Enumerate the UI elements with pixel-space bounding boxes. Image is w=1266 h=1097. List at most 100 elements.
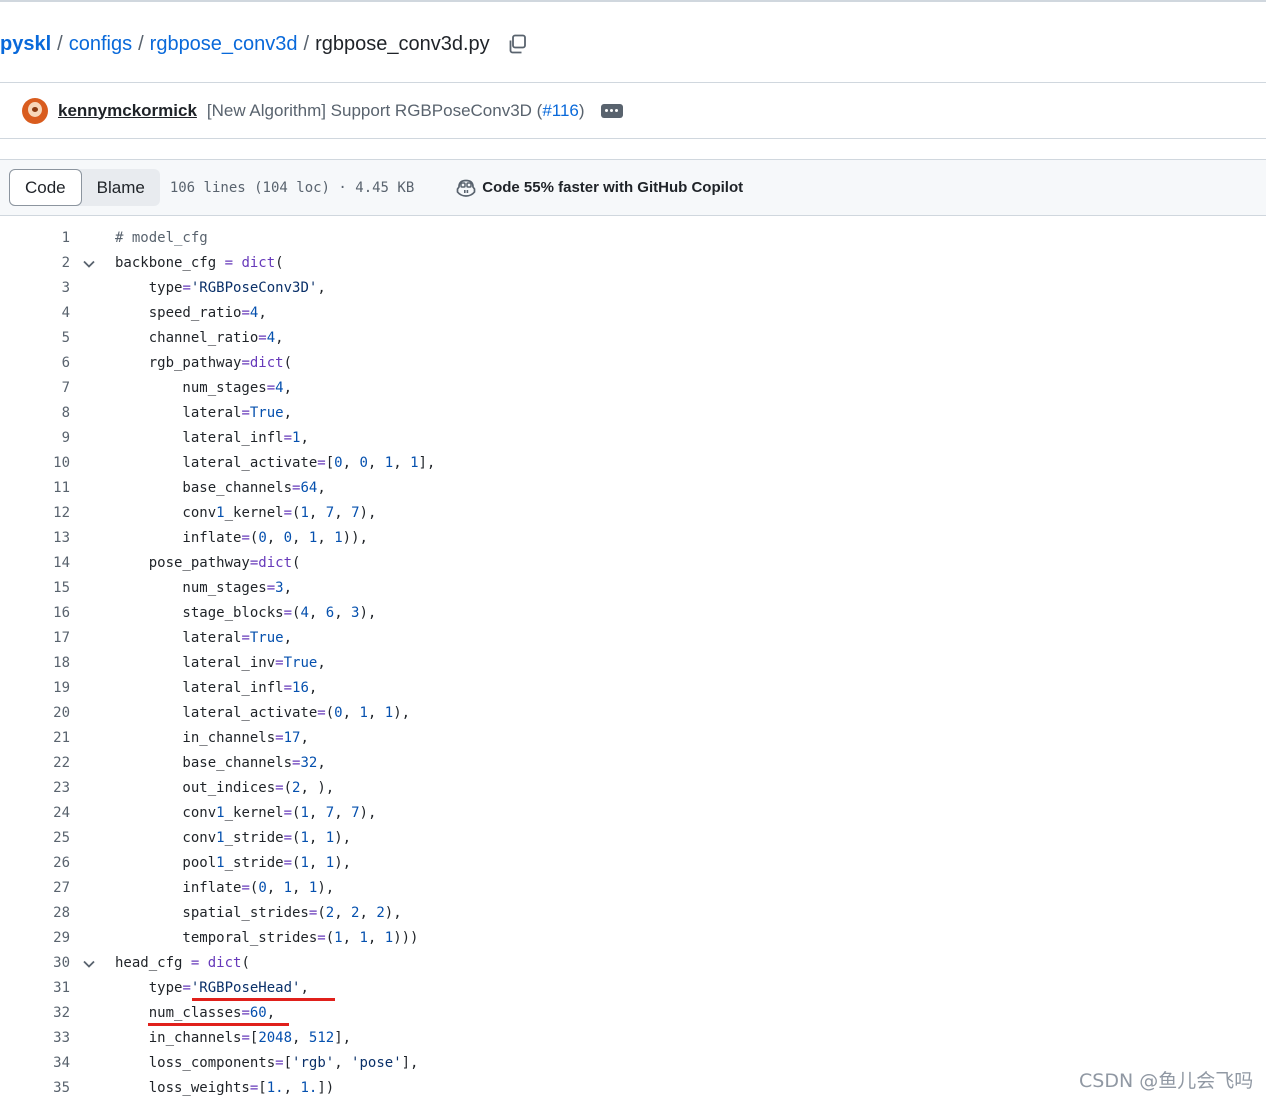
- commit-message-end: ): [578, 100, 585, 120]
- code-line: 3 type='RGBPoseConv3D',: [0, 276, 1266, 301]
- breadcrumb-separator: /: [303, 32, 310, 55]
- chevron-down-icon[interactable]: [82, 257, 96, 271]
- code-text: base_channels=32,: [115, 755, 326, 771]
- breadcrumb: pyskl / configs / rgbpose_conv3d / rgbpo…: [0, 28, 528, 60]
- code-line: 5 channel_ratio=4,: [0, 326, 1266, 351]
- breadcrumb-repo-link[interactable]: pyskl: [0, 33, 51, 56]
- avatar[interactable]: [22, 97, 48, 124]
- code-line: 22 base_channels=32,: [0, 751, 1266, 776]
- line-number[interactable]: 17: [0, 626, 70, 651]
- line-number[interactable]: 31: [0, 976, 70, 1001]
- code-text: num_stages=3,: [115, 580, 293, 596]
- code-text: temporal_strides=(1, 1, 1))): [115, 930, 419, 946]
- code-line: 26 pool1_stride=(1, 1),: [0, 851, 1266, 876]
- line-number[interactable]: 12: [0, 501, 70, 526]
- line-number[interactable]: 18: [0, 651, 70, 676]
- copilot-link[interactable]: Code 55% faster with GitHub Copilot: [456, 179, 743, 197]
- line-number[interactable]: 24: [0, 801, 70, 826]
- code-line: 13 inflate=(0, 0, 1, 1)),: [0, 526, 1266, 551]
- line-number[interactable]: 4: [0, 301, 70, 326]
- copy-path-button[interactable]: [506, 33, 528, 55]
- line-number[interactable]: 9: [0, 426, 70, 451]
- line-number[interactable]: 3: [0, 276, 70, 301]
- line-number[interactable]: 28: [0, 901, 70, 926]
- code-text: lateral_infl=16,: [115, 680, 318, 696]
- copy-icon: [509, 34, 526, 54]
- code-line: 27 inflate=(0, 1, 1),: [0, 876, 1266, 901]
- annotation-underline-type: [192, 998, 335, 1001]
- code-line: 21 in_channels=17,: [0, 726, 1266, 751]
- watermark: CSDN @鱼儿会飞吗: [1079, 1070, 1254, 1092]
- code-line: 8 lateral=True,: [0, 401, 1266, 426]
- line-number[interactable]: 32: [0, 1001, 70, 1026]
- line-number[interactable]: 16: [0, 601, 70, 626]
- line-number[interactable]: 14: [0, 551, 70, 576]
- file-info: 106 lines (104 loc) · 4.45 KB: [169, 179, 415, 196]
- line-number[interactable]: 8: [0, 401, 70, 426]
- code-line: 24 conv1_kernel=(1, 7, 7),: [0, 801, 1266, 826]
- commit-author-link[interactable]: kennymckormick: [58, 101, 197, 121]
- line-number[interactable]: 10: [0, 451, 70, 476]
- breadcrumb-file-name: rgbpose_conv3d.py: [315, 32, 490, 55]
- code-text: lateral_activate=[0, 0, 1, 1],: [115, 455, 436, 471]
- code-line: 19 lateral_infl=16,: [0, 676, 1266, 701]
- code-text: conv1_stride=(1, 1),: [115, 830, 352, 846]
- code-line: 15 num_stages=3,: [0, 576, 1266, 601]
- code-line: 23 out_indices=(2, ),: [0, 776, 1266, 801]
- code-line: 2 backbone_cfg = dict(: [0, 251, 1266, 276]
- copilot-icon: [456, 179, 476, 197]
- line-number[interactable]: 5: [0, 326, 70, 351]
- code-text: pool1_stride=(1, 1),: [115, 855, 352, 871]
- line-number[interactable]: 34: [0, 1051, 70, 1076]
- commit-pr-link[interactable]: #116: [542, 101, 579, 120]
- line-number[interactable]: 6: [0, 351, 70, 376]
- line-number[interactable]: 20: [0, 701, 70, 726]
- code-line: 33 in_channels=[2048, 512],: [0, 1026, 1266, 1051]
- code-line: 30 head_cfg = dict(: [0, 951, 1266, 976]
- line-number[interactable]: 1: [0, 226, 70, 251]
- tab-code[interactable]: Code: [9, 169, 82, 206]
- code-text: num_stages=4,: [115, 380, 293, 396]
- code-text: stage_blocks=(4, 6, 3),: [115, 605, 377, 621]
- line-number[interactable]: 26: [0, 851, 70, 876]
- line-number[interactable]: 30: [0, 951, 70, 976]
- code-text: conv1_kernel=(1, 7, 7),: [115, 505, 377, 521]
- annotation-underline-num-classes: [148, 1023, 289, 1026]
- code-text: spatial_strides=(2, 2, 2),: [115, 905, 402, 921]
- line-number[interactable]: 29: [0, 926, 70, 951]
- line-number[interactable]: 13: [0, 526, 70, 551]
- line-number[interactable]: 25: [0, 826, 70, 851]
- line-number[interactable]: 27: [0, 876, 70, 901]
- breadcrumb-configs-link[interactable]: configs: [69, 33, 132, 56]
- code-line: 20 lateral_activate=(0, 1, 1),: [0, 701, 1266, 726]
- line-number[interactable]: 22: [0, 751, 70, 776]
- line-number[interactable]: 11: [0, 476, 70, 501]
- line-number[interactable]: 2: [0, 251, 70, 276]
- code-text: inflate=(0, 1, 1),: [115, 880, 335, 896]
- breadcrumb-rgbpose-link[interactable]: rgbpose_conv3d: [150, 33, 298, 56]
- line-number[interactable]: 7: [0, 376, 70, 401]
- view-toggle: Code Blame: [9, 169, 160, 206]
- commit-message[interactable]: [New Algorithm] Support RGBPoseConv3D (#…: [207, 101, 585, 121]
- line-number[interactable]: 21: [0, 726, 70, 751]
- chevron-down-icon[interactable]: [82, 957, 96, 971]
- ellipsis-icon[interactable]: [600, 103, 623, 118]
- line-number[interactable]: 19: [0, 676, 70, 701]
- line-number[interactable]: 15: [0, 576, 70, 601]
- line-number[interactable]: 33: [0, 1026, 70, 1051]
- code-text: pose_pathway=dict(: [115, 555, 301, 571]
- line-number[interactable]: 23: [0, 776, 70, 801]
- code-line: 9 lateral_infl=1,: [0, 426, 1266, 451]
- tab-blame[interactable]: Blame: [82, 169, 160, 206]
- code-text: out_indices=(2, ),: [115, 780, 335, 796]
- code-text: conv1_kernel=(1, 7, 7),: [115, 805, 377, 821]
- top-divider: [0, 0, 1266, 2]
- code-text: in_channels=17,: [115, 730, 309, 746]
- code-text: loss_components=['rgb', 'pose'],: [115, 1055, 419, 1071]
- code-line: 34 loss_components=['rgb', 'pose'],: [0, 1051, 1266, 1076]
- code-line: 35 loss_weights=[1., 1.]): [0, 1076, 1266, 1097]
- line-number[interactable]: 35: [0, 1076, 70, 1097]
- code-text: type='RGBPoseConv3D',: [115, 280, 326, 296]
- breadcrumb-separator: /: [57, 32, 63, 55]
- commit-message-text: [New Algorithm] Support RGBPoseConv3D (: [206, 100, 543, 120]
